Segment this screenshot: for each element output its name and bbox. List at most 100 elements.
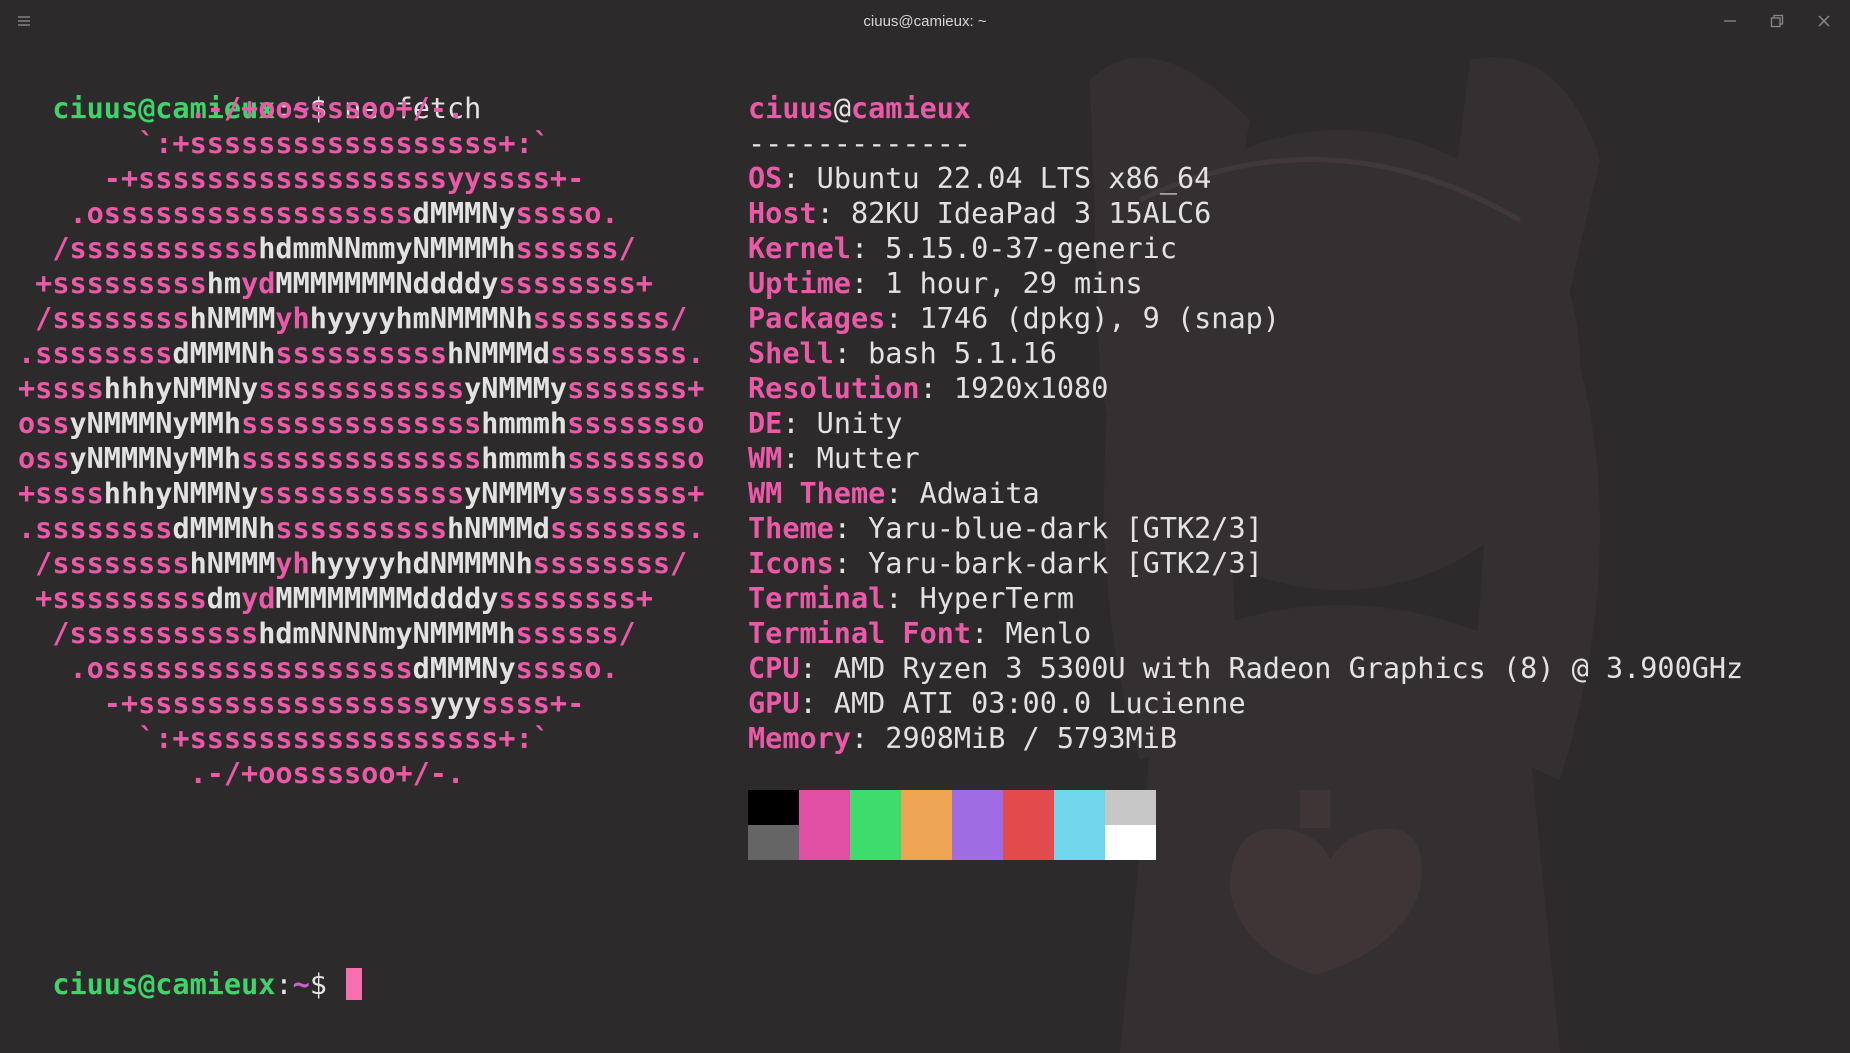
- ascii-segment: yd: [241, 582, 276, 615]
- ascii-segment: hNMMMd: [446, 337, 550, 370]
- ascii-segment: oss: [18, 407, 70, 440]
- info-row: Packages: 1746 (dpkg), 9 (snap): [748, 301, 1743, 336]
- hamburger-icon[interactable]: [11, 8, 37, 34]
- info-value: AMD ATI 03:00.0 Lucienne: [833, 687, 1246, 720]
- info-value: AMD Ryzen 3 5300U with Radeon Graphics (…: [833, 652, 1744, 685]
- ascii-logo-line: .ssssssssdMMMNhsssssssssshNMMMdssssssss.: [18, 511, 704, 546]
- system-info: ciuus@camieux ------------- OS: Ubuntu 2…: [748, 91, 1743, 756]
- info-colon: :: [919, 372, 954, 405]
- ascii-logo-line: /ssssssssssshdmmNNmmyNMMMMhssssss/: [18, 231, 704, 266]
- info-value: 5.15.0-37-generic: [885, 232, 1177, 265]
- ascii-segment: sssssss+: [567, 372, 705, 405]
- info-colon: :: [850, 722, 886, 755]
- ascii-segment: ssssssssss: [275, 512, 447, 545]
- info-key: CPU: [748, 652, 800, 685]
- info-value: 1920x1080: [953, 372, 1109, 405]
- info-colon: :: [850, 232, 886, 265]
- ascii-segment: ssssss/: [515, 617, 636, 650]
- color-swatch-top-2: [850, 790, 901, 825]
- info-value: bash 5.1.16: [868, 337, 1057, 370]
- ascii-segment: yNMMMNyMMh: [69, 407, 242, 440]
- ascii-logo-line: +sssssssssdmydMMMMMMMMddddyssssssss+: [18, 581, 704, 616]
- ascii-logo-line: /ssssssssssshdmNNNNmyNMMMMhssssss/: [18, 616, 704, 651]
- active-prompt-line[interactable]: ciuus@camieux:~$: [18, 932, 363, 1002]
- info-row: CPU: AMD Ryzen 3 5300U with Radeon Graph…: [748, 651, 1743, 686]
- ascii-segment: dm: [206, 582, 242, 615]
- info-value: 2908MiB / 5793MiB: [885, 722, 1177, 755]
- color-swatch-top-1: [799, 790, 850, 825]
- ascii-segment: -+sssssssssssssssss: [18, 687, 430, 720]
- ascii-segment: hdmNNNNmyNMMMMh: [258, 617, 516, 650]
- ascii-segment: ssssssss+: [498, 267, 653, 300]
- color-swatch-bottom-4: [952, 825, 1003, 860]
- color-swatch-top-5: [1003, 790, 1054, 825]
- info-key: Theme: [748, 512, 834, 545]
- ascii-segment: ssssssss.: [549, 512, 705, 545]
- ascii-segment: ssssssssssss: [258, 372, 465, 405]
- ascii-segment: MMMMMMMMddddy: [275, 582, 499, 615]
- info-row: WM: Mutter: [748, 441, 1743, 476]
- restore-icon[interactable]: [1764, 8, 1790, 34]
- color-swatch-top-3: [901, 790, 952, 825]
- ascii-segment: .ssssssss: [18, 512, 173, 545]
- ascii-segment: ssssssso: [567, 407, 705, 440]
- info-value: 82KU IdeaPad 3 15ALC6: [850, 197, 1212, 230]
- ascii-segment: yNMMMy: [464, 372, 568, 405]
- ascii-segment: sssso.: [515, 197, 619, 230]
- close-icon[interactable]: [1811, 8, 1837, 34]
- info-key: Host: [748, 197, 817, 230]
- info-row: Theme: Yaru-blue-dark [GTK2/3]: [748, 511, 1743, 546]
- color-swatch-bottom-0: [748, 825, 799, 860]
- info-key: Resolution: [748, 372, 920, 405]
- info-user: ciuus: [748, 92, 834, 125]
- ascii-segment: yd: [241, 267, 276, 300]
- ascii-logo-line: `:+ssssssssssssssssss+:`: [18, 126, 704, 161]
- info-row: Host: 82KU IdeaPad 3 15ALC6: [748, 196, 1743, 231]
- ascii-segment: dMMMNh: [172, 512, 276, 545]
- info-colon: :: [799, 687, 834, 720]
- color-swatch-top-6: [1054, 790, 1105, 825]
- color-palette: [748, 790, 1156, 860]
- info-header: ciuus@camieux: [748, 91, 1743, 126]
- ascii-logo-line: +sssshhhyNMMNyssssssssssssyNMMMysssssss+: [18, 476, 704, 511]
- ascii-segment: hyyyyhdNMMMNh: [309, 547, 533, 580]
- ascii-logo-line: `:+ssssssssssssssssss+:`: [18, 721, 704, 756]
- info-colon: :: [971, 617, 1006, 650]
- ascii-segment: /ssssssss: [18, 547, 190, 580]
- info-at: @: [833, 92, 851, 125]
- ascii-segment: /ssssssss: [18, 302, 190, 335]
- ascii-segment: ssssssss/: [532, 302, 688, 335]
- ascii-segment: `:+ssssssssssssssssss+:`: [18, 722, 550, 755]
- ascii-logo-line: +sssshhhyNMMNyssssssssssssyNMMMysssssss+: [18, 371, 704, 406]
- ascii-segment: .-/+oossssoo+/-.: [18, 92, 465, 125]
- ascii-logo-line: .ossssssssssssssssssdMMMNysssso.: [18, 651, 704, 686]
- info-row: Kernel: 5.15.0-37-generic: [748, 231, 1743, 266]
- color-swatch-bottom-7: [1105, 825, 1156, 860]
- prompt-dollar: $: [309, 968, 345, 1001]
- info-row: Memory: 2908MiB / 5793MiB: [748, 721, 1743, 756]
- info-key: Terminal Font: [748, 617, 972, 650]
- info-value: 1 hour, 29 mins: [885, 267, 1143, 300]
- minimize-icon[interactable]: [1717, 8, 1743, 34]
- ascii-segment: /sssssssssss: [18, 617, 259, 650]
- info-value: Ubuntu 22.04 LTS x86_64: [816, 162, 1212, 195]
- info-colon: :: [782, 407, 817, 440]
- info-row: Shell: bash 5.1.16: [748, 336, 1743, 371]
- info-colon: :: [885, 477, 920, 510]
- info-host: camieux: [850, 92, 972, 125]
- info-row: Uptime: 1 hour, 29 mins: [748, 266, 1743, 301]
- info-colon: :: [833, 512, 869, 545]
- info-value: HyperTerm: [919, 582, 1075, 615]
- ascii-logo-line: .ssssssssdMMMNhsssssssssshNMMMdssssssss.: [18, 336, 704, 371]
- ascii-logo-line: +ssssssssshmydMMMMMMMNddddyssssssss+: [18, 266, 704, 301]
- ascii-segment: .ossssssssssssssssss: [18, 652, 413, 685]
- info-value: Menlo: [1005, 617, 1092, 650]
- ascii-segment: ssssssss/: [532, 547, 688, 580]
- ascii-logo-line: -+ssssssssssssssssssyyssss+-: [18, 161, 704, 196]
- info-value: Yaru-blue-dark [GTK2/3]: [868, 512, 1263, 545]
- color-swatch-bottom-6: [1054, 825, 1105, 860]
- ascii-logo-line: .ossssssssssssssssssdMMMNysssso.: [18, 196, 704, 231]
- ascii-segment: yyy: [429, 687, 482, 720]
- ascii-segment: ssssssss.: [549, 337, 705, 370]
- ascii-logo-line: .-/+oossssoo+/-.: [18, 756, 704, 791]
